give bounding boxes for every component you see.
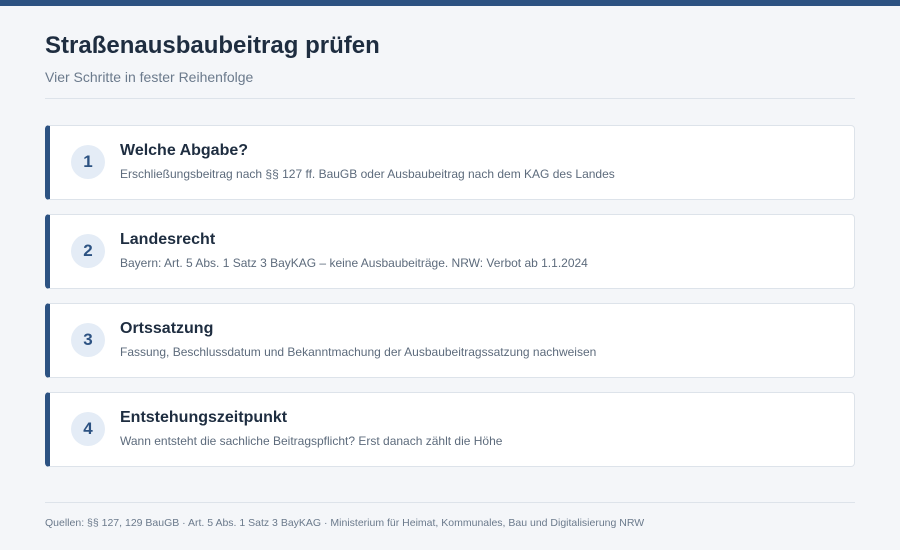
step-number-badge: 2 — [71, 234, 105, 268]
step-description: Wann entsteht die sachliche Beitragspfli… — [120, 434, 503, 448]
page-subtitle: Vier Schritte in fester Reihenfolge — [45, 69, 254, 85]
steps-list: 1 Welche Abgabe? Erschließungsbeitrag na… — [45, 125, 855, 481]
step-card-2: 2 Landesrecht Bayern: Art. 5 Abs. 1 Satz… — [45, 214, 855, 289]
page-header: Straßenausbaubeitrag prüfen Vier Schritt… — [45, 31, 855, 86]
top-accent-bar — [0, 0, 900, 6]
step-description: Erschließungsbeitrag nach §§ 127 ff. Bau… — [120, 167, 615, 181]
step-description: Fassung, Beschlussdatum und Bekanntmachu… — [120, 345, 597, 359]
header-divider — [45, 98, 855, 99]
step-card-3: 3 Ortssatzung Fassung, Beschlussdatum un… — [45, 303, 855, 378]
step-card-4: 4 Entstehungszeitpunkt Wann entsteht die… — [45, 392, 855, 467]
step-description: Bayern: Art. 5 Abs. 1 Satz 3 BayKAG – ke… — [120, 256, 588, 270]
step-title: Welche Abgabe? — [120, 142, 249, 159]
step-number-badge: 1 — [71, 145, 105, 179]
step-title: Landesrecht — [120, 231, 216, 248]
step-card-1: 1 Welche Abgabe? Erschließungsbeitrag na… — [45, 125, 855, 200]
sources-footnote: Quellen: §§ 127, 129 BauGB · Art. 5 Abs.… — [45, 517, 645, 529]
step-title: Ortssatzung — [120, 320, 214, 337]
page-title: Straßenausbaubeitrag prüfen — [45, 32, 380, 59]
step-number-badge: 3 — [71, 323, 105, 357]
footer-divider — [45, 502, 855, 503]
step-title: Entstehungszeitpunkt — [120, 409, 288, 426]
step-number-badge: 4 — [71, 412, 105, 446]
